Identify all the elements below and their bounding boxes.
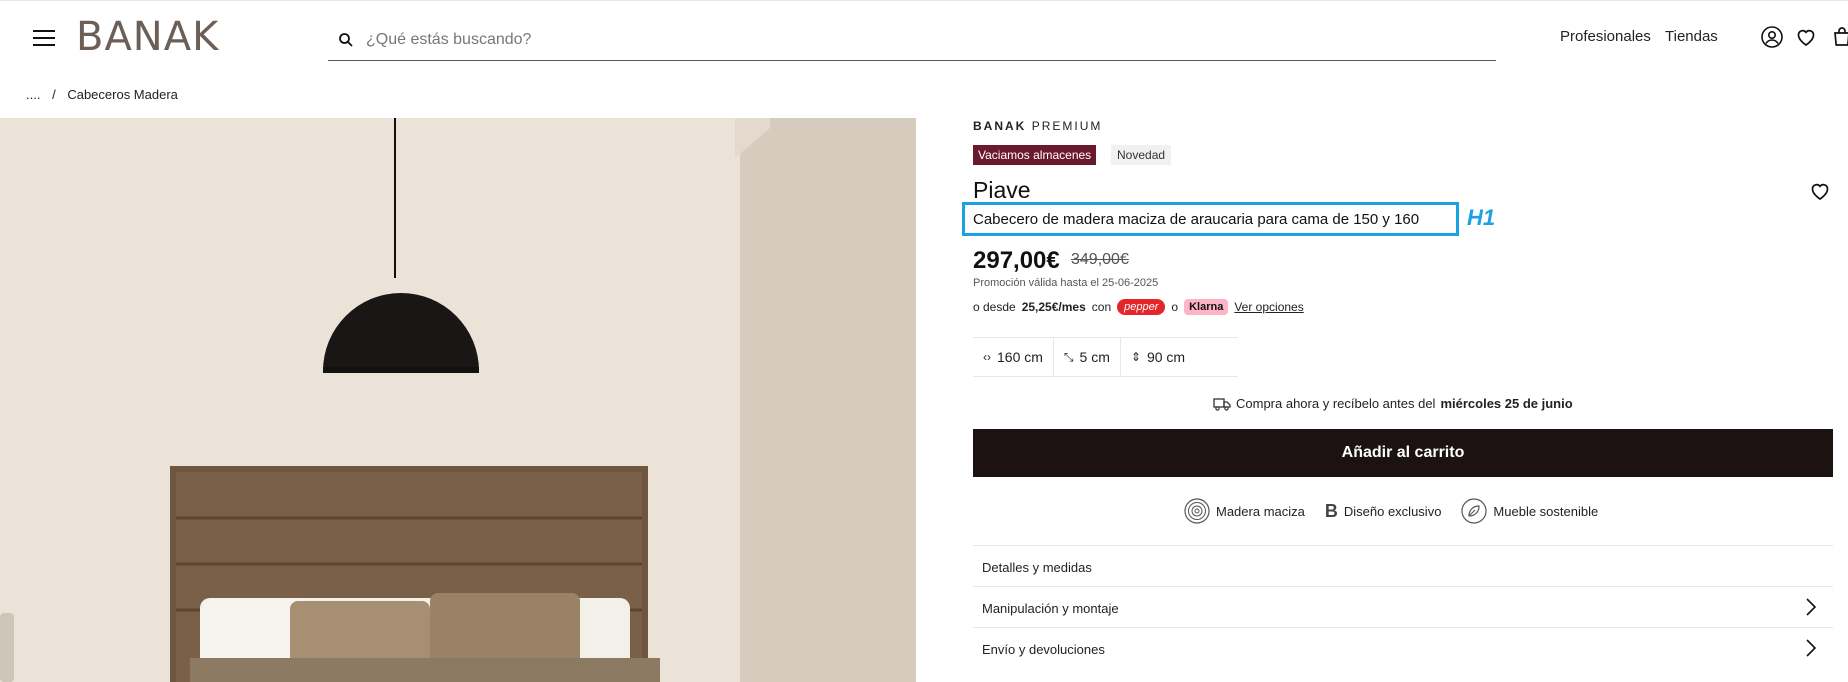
- breadcrumb: .... / Cabeceros Madera: [26, 87, 186, 102]
- leaf-icon: [1461, 498, 1488, 524]
- feature-sustainable-label: Mueble sostenible: [1493, 503, 1599, 519]
- see-options-link[interactable]: Ver opciones: [1234, 300, 1303, 314]
- chevron-right-icon: [1806, 639, 1817, 657]
- breadcrumb-ellipsis[interactable]: ....: [26, 87, 40, 102]
- product-subtitle-h1: Cabecero de madera maciza de araucaria p…: [973, 211, 1420, 228]
- wood-rings-icon: [1184, 498, 1210, 524]
- chevron-right-icon: [1806, 598, 1817, 616]
- height-arrows-icon: ⇕: [1130, 350, 1141, 364]
- promo-validity: Promoción válida hasta el 25-06-2025: [973, 277, 1159, 289]
- finance-with: con: [1091, 300, 1112, 314]
- search-bar: [328, 21, 1496, 61]
- breadcrumb-current[interactable]: Cabeceros Madera: [67, 87, 178, 102]
- accordion-assembly[interactable]: Manipulación y montaje: [973, 586, 1833, 627]
- original-price: 349,00€: [1071, 251, 1129, 268]
- dimension-height: ⇕ 90 cm: [1121, 338, 1195, 376]
- features-row: Madera maciza B Diseño exclusivo Mueble …: [1184, 498, 1598, 524]
- delivery-date: miércoles 25 de junio: [1440, 396, 1573, 411]
- accordion-shipping-label: Envío y devoluciones: [982, 642, 1105, 657]
- brand-label: BANAK PREMIUM: [973, 119, 1102, 133]
- dimension-height-value: 90 cm: [1146, 349, 1186, 365]
- wishlist-heart-icon[interactable]: [1794, 25, 1818, 49]
- h1-annotation-label: H1: [1467, 205, 1496, 230]
- brand-name: BANAK: [973, 119, 1027, 133]
- accordion-details[interactable]: Detalles y medidas: [973, 545, 1833, 586]
- banak-logo[interactable]: BANAK: [76, 14, 219, 60]
- truck-icon: [1213, 397, 1231, 411]
- delivery-text: Compra ahora y recíbelo antes del: [1236, 396, 1436, 411]
- feature-solid-wood: Madera maciza: [1184, 498, 1305, 524]
- finance-or: o: [1171, 300, 1179, 314]
- accordion-shipping[interactable]: Envío y devoluciones: [973, 627, 1833, 668]
- width-arrows-icon: ‹›: [983, 350, 991, 364]
- accordion-assembly-label: Manipulación y montaje: [982, 601, 1119, 616]
- feature-sustainable: Mueble sostenible: [1461, 498, 1598, 524]
- financing-info: o desde 25,25€/mes con pepper o Klarna V…: [973, 299, 1304, 315]
- nav-tiendas[interactable]: Tiendas: [1665, 28, 1718, 45]
- sale-badge: Vaciamos almacenes: [973, 145, 1097, 165]
- feature-exclusive-design-label: Diseño exclusivo: [1343, 503, 1442, 519]
- add-to-wishlist-heart-icon[interactable]: [1808, 179, 1832, 203]
- product-image[interactable]: [0, 118, 916, 682]
- brand-tier: PREMIUM: [1031, 119, 1103, 133]
- breadcrumb-separator: /: [52, 87, 56, 102]
- search-icon[interactable]: [338, 32, 354, 48]
- banak-b-icon: B: [1324, 500, 1338, 521]
- dimension-width: ‹› 160 cm: [973, 338, 1054, 376]
- dimension-depth: ⤡ 5 cm: [1054, 338, 1121, 376]
- klarna-logo: Klarna: [1184, 299, 1229, 315]
- pepper-logo: pepper: [1117, 299, 1166, 315]
- current-price: 297,00€: [973, 247, 1060, 274]
- search-input[interactable]: [366, 27, 1466, 53]
- accordion-details-label: Detalles y medidas: [982, 560, 1092, 575]
- depth-arrows-icon: ⤡: [1063, 349, 1074, 364]
- finance-monthly: 25,25€/mes: [1021, 300, 1086, 314]
- add-to-cart-button[interactable]: Añadir al carrito: [973, 429, 1833, 477]
- cart-bag-icon[interactable]: [1830, 25, 1848, 49]
- dimension-width-value: 160 cm: [997, 349, 1043, 365]
- dimension-depth-value: 5 cm: [1079, 349, 1110, 365]
- feature-solid-wood-label: Madera maciza: [1216, 503, 1305, 519]
- finance-prefix: o desde: [973, 300, 1016, 314]
- hamburger-menu-icon[interactable]: [33, 30, 55, 46]
- feature-exclusive-design: B Diseño exclusivo: [1325, 501, 1442, 522]
- new-badge: Novedad: [1111, 145, 1172, 165]
- dimensions-bar: ‹› 160 cm ⤡ 5 cm ⇕ 90 cm: [973, 337, 1238, 377]
- account-icon[interactable]: [1760, 25, 1784, 49]
- nav-profesionales[interactable]: Profesionales: [1560, 28, 1651, 45]
- bedroom-photo-illustration: [0, 118, 916, 682]
- product-name: Piave: [973, 177, 1031, 203]
- delivery-estimate: Compra ahora y recíbelo antes del miérco…: [1213, 396, 1573, 411]
- site-header: BANAK Profesionales Tiendas: [0, 0, 1848, 80]
